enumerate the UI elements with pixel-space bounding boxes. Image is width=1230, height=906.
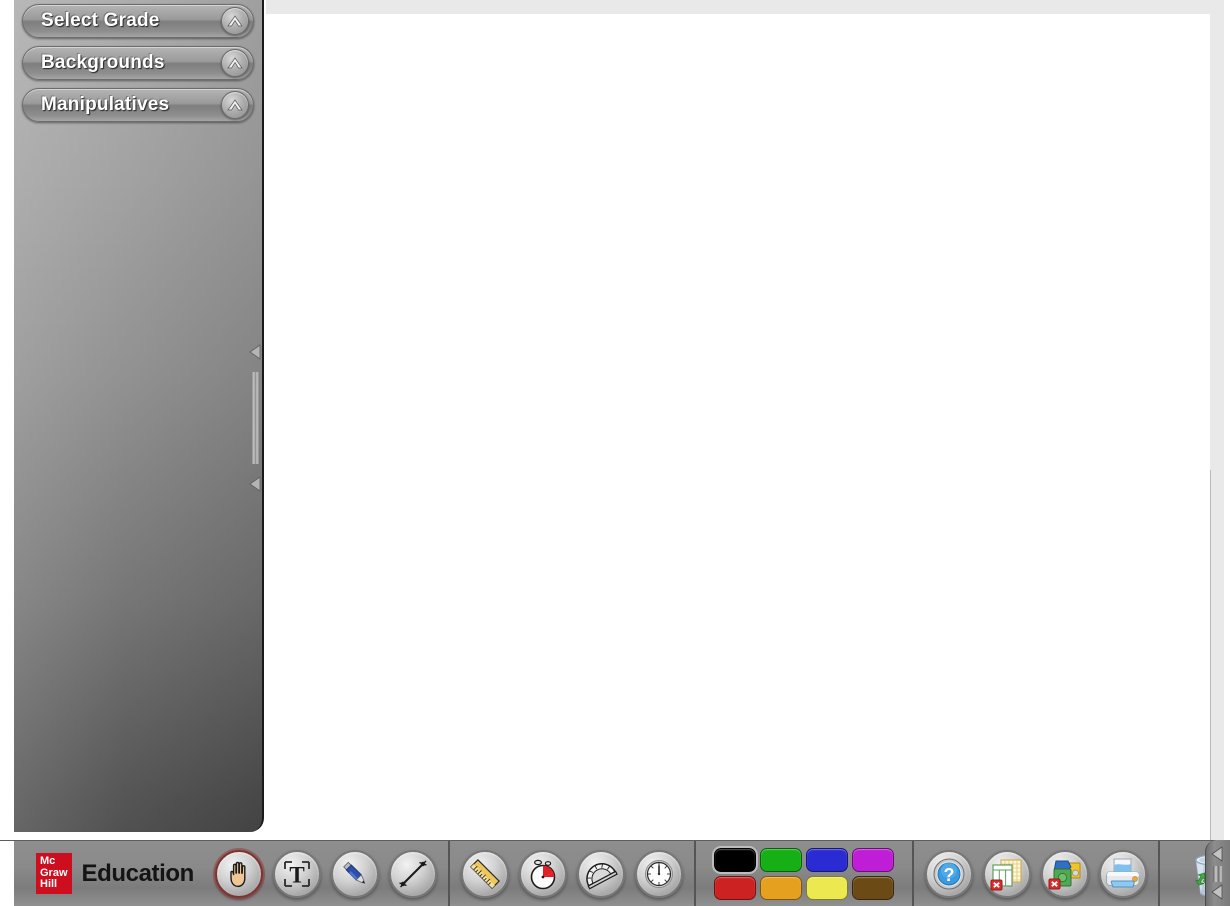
collapse-left-icon[interactable] (249, 476, 262, 497)
printer-icon (1105, 858, 1140, 887)
color-yellow[interactable] (805, 875, 848, 900)
grid-delete-icon (990, 859, 1022, 890)
vertical-scrollbar-thumb[interactable] (1210, 470, 1211, 840)
toolbar-group-color-palette (696, 841, 914, 906)
pen-tool[interactable] (330, 849, 379, 898)
brand-mark-line-1: Mc (40, 855, 56, 868)
canvas-drawing-surface[interactable] (266, 14, 1210, 840)
color-blue[interactable] (805, 847, 848, 872)
sidebar-item-label: Select Grade (41, 10, 160, 31)
sidebar-item-manipulatives[interactable]: Manipulatives (22, 88, 254, 122)
sidebar-item-label: Backgrounds (41, 52, 165, 73)
ruler-tool[interactable] (460, 849, 509, 898)
color-green[interactable] (759, 847, 802, 872)
mcgraw-hill-mark: Mc Graw Hill (36, 853, 72, 894)
help-button[interactable]: ? (924, 849, 973, 898)
sidebar-sheen (14, 0, 262, 832)
sidebar-collapse-handle[interactable] (247, 340, 264, 496)
toolbar-left-margin (0, 841, 14, 906)
sidebar-grip[interactable] (252, 372, 259, 464)
text-t-icon: T (284, 860, 310, 887)
stopwatch-tool[interactable] (518, 849, 567, 898)
ruler-icon (469, 858, 500, 889)
vertical-scrollbar[interactable] (1210, 0, 1224, 840)
clear-objects-button[interactable] (1040, 849, 1089, 898)
color-brown[interactable] (851, 875, 894, 900)
color-palette (702, 845, 906, 900)
toolbar-grip[interactable] (1213, 866, 1223, 882)
line-arrow-icon (399, 860, 427, 887)
brand-wordmark: Education (81, 859, 195, 887)
print-button[interactable] (1098, 849, 1147, 898)
shapes-delete-icon (1048, 860, 1081, 889)
protractor-icon (586, 862, 618, 890)
color-black[interactable] (711, 845, 758, 874)
bottom-toolbar: Mc Graw Hill Education T ? (0, 840, 1230, 906)
toolbar-collapse-handle[interactable] (1205, 840, 1230, 906)
horizontal-scrollbar[interactable] (266, 0, 1224, 14)
sidebar: Select Grade Backgrounds Manipulatives (14, 0, 264, 832)
clock-tool[interactable] (634, 849, 683, 898)
hand-icon (230, 861, 246, 887)
whiteboard-app: Select Grade Backgrounds Manipulatives M… (0, 0, 1230, 906)
sidebar-panel-list: Select Grade Backgrounds Manipulatives (14, 0, 262, 122)
sidebar-item-select-grade[interactable]: Select Grade (22, 4, 254, 38)
toolbar-group-measurement-tools (450, 841, 696, 906)
color-magenta[interactable] (851, 847, 894, 872)
help-question-icon: ? (933, 858, 965, 889)
sidebar-item-backgrounds[interactable]: Backgrounds (22, 46, 254, 80)
protractor-tool[interactable] (576, 849, 625, 898)
text-tool[interactable]: T (272, 849, 321, 898)
brand-mark-line-3: Hill (40, 878, 58, 891)
line-tool[interactable] (388, 849, 437, 898)
clear-grid-button[interactable] (982, 849, 1031, 898)
pen-icon (343, 861, 365, 884)
chevron-up-icon[interactable] (221, 7, 249, 35)
collapse-left-icon[interactable] (249, 344, 262, 365)
chevron-up-icon[interactable] (221, 49, 249, 77)
canvas-right-margin (1224, 0, 1230, 840)
clock-icon (644, 859, 673, 888)
color-orange[interactable] (759, 875, 802, 900)
svg-text:?: ? (943, 865, 954, 885)
toolbar-group-action-tools: ? (914, 841, 1160, 906)
brand-logo: Mc Graw Hill Education (20, 853, 210, 894)
collapse-left-icon[interactable] (1211, 846, 1224, 867)
hand-tool[interactable] (214, 849, 263, 898)
chevron-up-icon[interactable] (221, 91, 249, 119)
svg-text:T: T (289, 862, 304, 887)
color-red[interactable] (713, 875, 756, 900)
sidebar-item-label: Manipulatives (41, 94, 170, 115)
stopwatch-icon (530, 859, 556, 889)
collapse-left-icon[interactable] (1211, 884, 1224, 905)
toolbar-group-drawing-tools: Mc Graw Hill Education T (14, 841, 450, 906)
